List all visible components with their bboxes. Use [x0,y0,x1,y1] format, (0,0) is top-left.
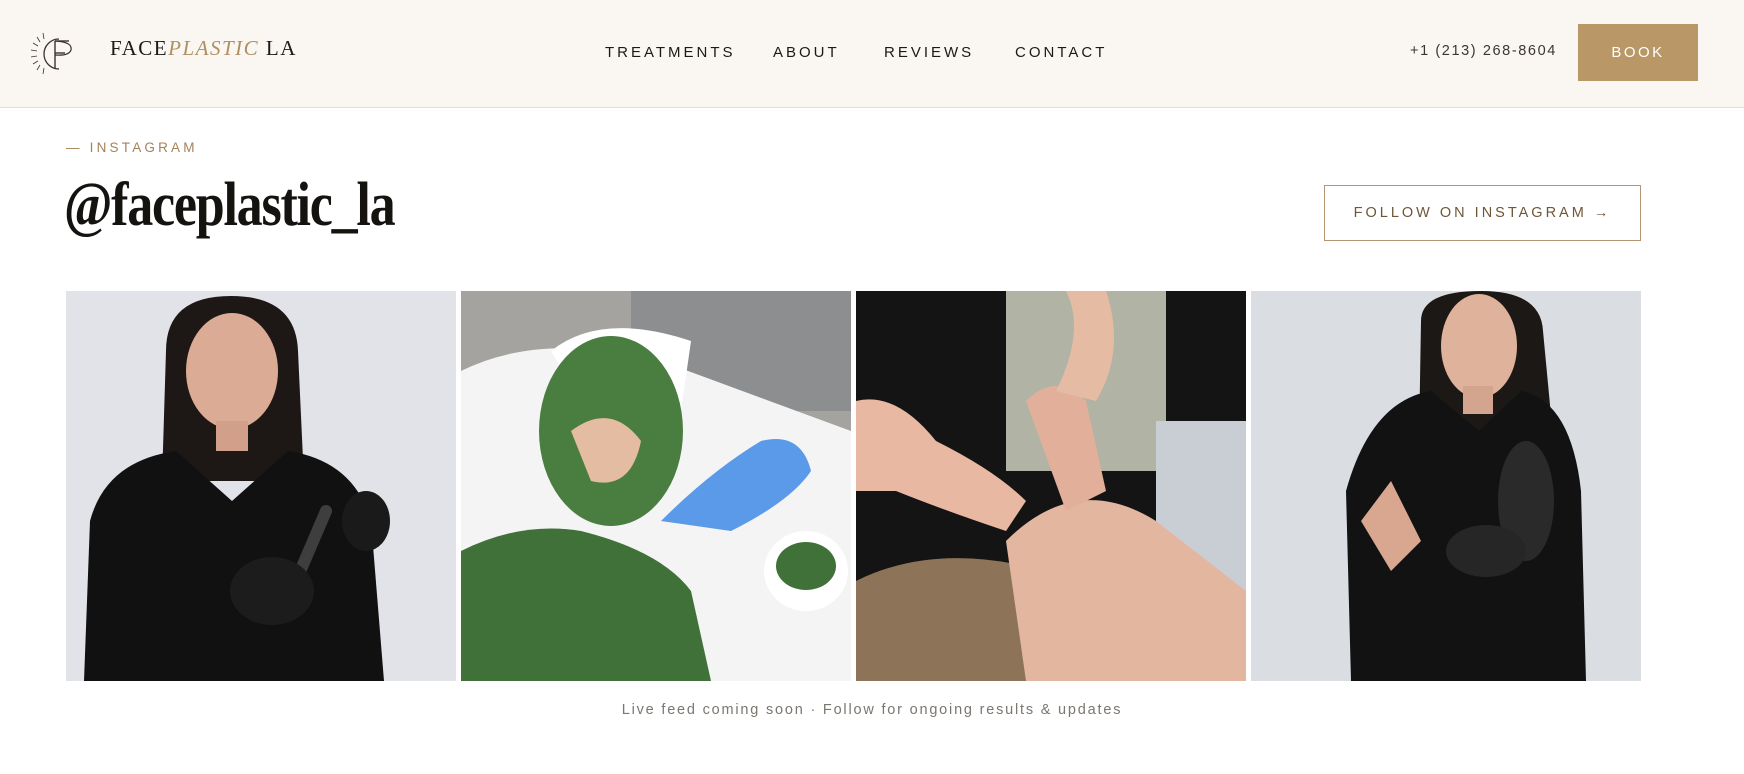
instagram-handle: @faceplastic_la [64,171,396,239]
instagram-caption: Live feed coming soon · Follow for ongoi… [621,702,1123,718]
instagram-post-2[interactable] [461,291,851,681]
site-header: FACEPLASTIC LA TREATMENTS ABOUT REVIEWS … [0,0,1744,108]
nav-contact[interactable]: CONTACT [1015,44,1107,61]
nav-about[interactable]: ABOUT [773,44,840,61]
nav-reviews[interactable]: REVIEWS [884,44,974,61]
phone-number-link[interactable]: +1 (213) 268-8604 [1410,43,1557,59]
instagram-post-1[interactable] [66,291,456,681]
nav-treatments[interactable]: TREATMENTS [605,44,736,61]
follow-on-instagram-button[interactable]: FOLLOW ON INSTAGRAM → [1324,185,1641,241]
instagram-post-4[interactable] [1251,291,1641,681]
instagram-post-3[interactable] [856,291,1246,681]
book-button[interactable]: BOOK [1578,24,1698,81]
section-eyebrow: — INSTAGRAM [66,140,198,155]
